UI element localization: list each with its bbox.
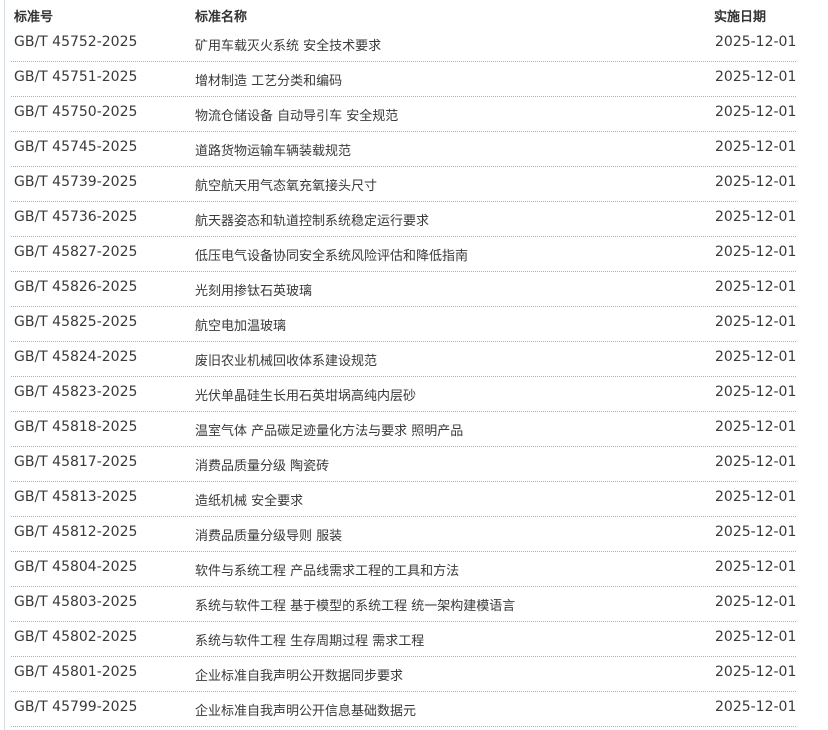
implementation-date: 2025-12-01 bbox=[715, 244, 797, 260]
standard-number[interactable]: GB/T 45823-2025 bbox=[14, 384, 137, 400]
standard-name-link[interactable]: 光伏单晶硅生长用石英坩埚高纯内层砂 bbox=[195, 385, 416, 404]
standard-name-link[interactable]: 造纸机械 安全要求 bbox=[195, 490, 303, 509]
table-row[interactable]: GB/T 45812-2025 消费品质量分级导则 服装 2025-12-01 bbox=[11, 517, 796, 552]
header-standard-number: 标准号 bbox=[14, 10, 54, 25]
standard-number[interactable]: GB/T 45825-2025 bbox=[14, 314, 137, 330]
table-header: 标准号 标准名称 实施日期 bbox=[11, 0, 796, 27]
standard-name-link[interactable]: 航空航天用气态氧充氧接头尺寸 bbox=[195, 175, 377, 194]
standard-number[interactable]: GB/T 45813-2025 bbox=[14, 489, 137, 505]
standard-number[interactable]: GB/T 45803-2025 bbox=[14, 594, 137, 610]
standard-name-link[interactable]: 光刻用掺钛石英玻璃 bbox=[195, 280, 312, 299]
table-row[interactable]: GB/T 45752-2025 矿用车载灭火系统 安全技术要求 2025-12-01 bbox=[11, 27, 796, 62]
standard-number[interactable]: GB/T 45745-2025 bbox=[14, 139, 137, 155]
implementation-date: 2025-12-01 bbox=[715, 629, 797, 645]
implementation-date: 2025-12-01 bbox=[715, 454, 797, 470]
table-row[interactable]: GB/T 45818-2025 温室气体 产品碳足迹量化方法与要求 照明产品 202… bbox=[11, 412, 796, 447]
implementation-date: 2025-12-01 bbox=[715, 489, 797, 505]
standard-name-link[interactable]: 系统与软件工程 生存周期过程 需求工程 bbox=[195, 630, 424, 649]
standard-number[interactable]: GB/T 45736-2025 bbox=[14, 209, 137, 225]
standard-name-link[interactable]: 航空电加温玻璃 bbox=[195, 315, 286, 334]
standard-number[interactable]: GB/T 45752-2025 bbox=[14, 34, 137, 50]
table-row[interactable]: GB/T 45827-2025 低压电气设备协同安全系统风险评估和降低指南 2025… bbox=[11, 237, 796, 272]
standard-name-link[interactable]: 温室气体 产品碳足迹量化方法与要求 照明产品 bbox=[195, 420, 463, 439]
table-row[interactable]: GB/T 45804-2025 软件与系统工程 产品线需求工程的工具和方法 2025… bbox=[11, 552, 796, 587]
standard-name-link[interactable]: 系统与软件工程 基于模型的系统工程 统一架构建模语言 bbox=[195, 595, 515, 614]
table-row[interactable]: GB/T 45823-2025 光伏单晶硅生长用石英坩埚高纯内层砂 2025-12-… bbox=[11, 377, 796, 412]
table-body: GB/T 45752-2025 矿用车载灭火系统 安全技术要求 2025-12-01… bbox=[11, 27, 796, 727]
standard-name-link[interactable]: 消费品质量分级导则 服装 bbox=[195, 525, 342, 544]
table-row[interactable]: GB/T 45803-2025 系统与软件工程 基于模型的系统工程 统一架构建模语… bbox=[11, 587, 796, 622]
implementation-date: 2025-12-01 bbox=[715, 384, 797, 400]
implementation-date: 2025-12-01 bbox=[715, 209, 797, 225]
implementation-date: 2025-12-01 bbox=[715, 349, 797, 365]
implementation-date: 2025-12-01 bbox=[715, 314, 797, 330]
standard-name-link[interactable]: 矿用车载灭火系统 安全技术要求 bbox=[195, 35, 381, 54]
header-implementation-date: 实施日期 bbox=[714, 10, 767, 25]
standard-name-link[interactable]: 企业标准自我声明公开数据同步要求 bbox=[195, 665, 403, 684]
table-row[interactable]: GB/T 45826-2025 光刻用掺钛石英玻璃 2025-12-01 bbox=[11, 272, 796, 307]
standard-name-link[interactable]: 废旧农业机械回收体系建设规范 bbox=[195, 350, 377, 369]
standard-number[interactable]: GB/T 45801-2025 bbox=[14, 664, 137, 680]
standard-number[interactable]: GB/T 45799-2025 bbox=[14, 699, 137, 715]
table-row[interactable]: GB/T 45739-2025 航空航天用气态氧充氧接头尺寸 2025-12-01 bbox=[11, 167, 796, 202]
table-row[interactable]: GB/T 45801-2025 企业标准自我声明公开数据同步要求 2025-12-0… bbox=[11, 657, 796, 692]
table-row[interactable]: GB/T 45825-2025 航空电加温玻璃 2025-12-01 bbox=[11, 307, 796, 342]
table-row[interactable]: GB/T 45736-2025 航天器姿态和轨道控制系统稳定运行要求 2025-12… bbox=[11, 202, 796, 237]
implementation-date: 2025-12-01 bbox=[715, 139, 797, 155]
table-row[interactable]: GB/T 45813-2025 造纸机械 安全要求 2025-12-01 bbox=[11, 482, 796, 517]
implementation-date: 2025-12-01 bbox=[715, 524, 797, 540]
table-row[interactable]: GB/T 45824-2025 废旧农业机械回收体系建设规范 2025-12-01 bbox=[11, 342, 796, 377]
implementation-date: 2025-12-01 bbox=[715, 174, 797, 190]
standard-name-link[interactable]: 道路货物运输车辆装载规范 bbox=[195, 140, 351, 159]
implementation-date: 2025-12-01 bbox=[715, 104, 797, 120]
standard-name-link[interactable]: 物流仓储设备 自动导引车 安全规范 bbox=[195, 105, 398, 124]
implementation-date: 2025-12-01 bbox=[715, 69, 797, 85]
standard-number[interactable]: GB/T 45817-2025 bbox=[14, 454, 137, 470]
left-border bbox=[4, 0, 5, 730]
standard-name-link[interactable]: 消费品质量分级 陶瓷砖 bbox=[195, 455, 329, 474]
standard-number[interactable]: GB/T 45804-2025 bbox=[14, 559, 137, 575]
standard-name-link[interactable]: 低压电气设备协同安全系统风险评估和降低指南 bbox=[195, 245, 468, 264]
standard-number[interactable]: GB/T 45812-2025 bbox=[14, 524, 137, 540]
standard-number[interactable]: GB/T 45824-2025 bbox=[14, 349, 137, 365]
standard-name-link[interactable]: 软件与系统工程 产品线需求工程的工具和方法 bbox=[195, 560, 459, 579]
standard-number[interactable]: GB/T 45826-2025 bbox=[14, 279, 137, 295]
standard-number[interactable]: GB/T 45818-2025 bbox=[14, 419, 137, 435]
implementation-date: 2025-12-01 bbox=[715, 664, 797, 680]
standard-number[interactable]: GB/T 45739-2025 bbox=[14, 174, 137, 190]
standard-number[interactable]: GB/T 45751-2025 bbox=[14, 69, 137, 85]
implementation-date: 2025-12-01 bbox=[715, 419, 797, 435]
standard-name-link[interactable]: 企业标准自我声明公开信息基础数据元 bbox=[195, 700, 416, 719]
table-row[interactable]: GB/T 45751-2025 增材制造 工艺分类和编码 2025-12-01 bbox=[11, 62, 796, 97]
standard-number[interactable]: GB/T 45750-2025 bbox=[14, 104, 137, 120]
standard-name-link[interactable]: 增材制造 工艺分类和编码 bbox=[195, 70, 342, 89]
implementation-date: 2025-12-01 bbox=[715, 559, 797, 575]
table-row[interactable]: GB/T 45750-2025 物流仓储设备 自动导引车 安全规范 2025-12-… bbox=[11, 97, 796, 132]
table-row[interactable]: GB/T 45799-2025 企业标准自我声明公开信息基础数据元 2025-12-… bbox=[11, 692, 796, 727]
table-row[interactable]: GB/T 45745-2025 道路货物运输车辆装载规范 2025-12-01 bbox=[11, 132, 796, 167]
header-standard-name: 标准名称 bbox=[195, 10, 248, 25]
implementation-date: 2025-12-01 bbox=[715, 699, 797, 715]
implementation-date: 2025-12-01 bbox=[715, 34, 797, 50]
standards-table: 标准号 标准名称 实施日期 GB/T 45752-2025 矿用车载灭火系统 安全… bbox=[11, 0, 796, 727]
table-row[interactable]: GB/T 45802-2025 系统与软件工程 生存周期过程 需求工程 2025-1… bbox=[11, 622, 796, 657]
standard-number[interactable]: GB/T 45827-2025 bbox=[14, 244, 137, 260]
implementation-date: 2025-12-01 bbox=[715, 594, 797, 610]
table-row[interactable]: GB/T 45817-2025 消费品质量分级 陶瓷砖 2025-12-01 bbox=[11, 447, 796, 482]
standard-number[interactable]: GB/T 45802-2025 bbox=[14, 629, 137, 645]
standard-name-link[interactable]: 航天器姿态和轨道控制系统稳定运行要求 bbox=[195, 210, 429, 229]
implementation-date: 2025-12-01 bbox=[715, 279, 797, 295]
